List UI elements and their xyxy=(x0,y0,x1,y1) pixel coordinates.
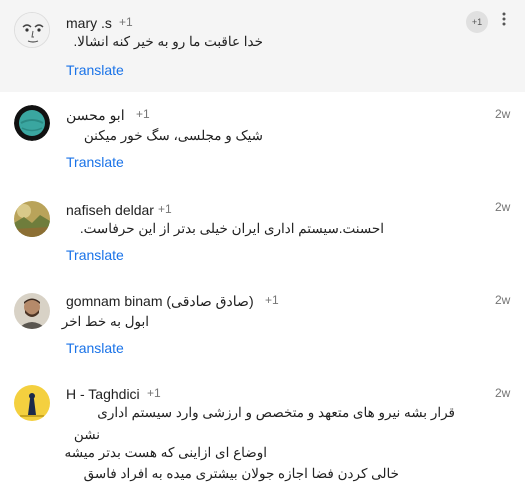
timestamp[interactable]: 2w xyxy=(495,107,510,121)
avatar[interactable] xyxy=(14,105,50,141)
plus-one-count[interactable]: +1 xyxy=(136,107,150,121)
comment-text-line: قرار بشه نیرو های متعهد و متخصص و ارزشی … xyxy=(97,405,455,420)
landscape-avatar-icon xyxy=(14,201,50,237)
translate-link[interactable]: Translate xyxy=(66,247,124,263)
timestamp[interactable]: 2w xyxy=(495,200,510,214)
comment-text-line: اوضاع ای ازاینی که هست بدتر میشه xyxy=(64,445,267,460)
comment-text: ابول به خط اخر xyxy=(61,314,149,329)
man-photo-avatar-icon xyxy=(14,293,50,329)
more-vert-icon[interactable] xyxy=(500,12,508,31)
yellow-figure-avatar-icon xyxy=(14,385,50,421)
plus-one-count[interactable]: +1 xyxy=(265,293,279,307)
avatar[interactable] xyxy=(14,201,50,237)
comment-item: gomnam binam (صادق صادقی) +1 2w ابول به … xyxy=(0,278,525,371)
plus-one-count[interactable]: +1 xyxy=(147,386,161,400)
translate-link[interactable]: Translate xyxy=(66,154,124,170)
avatar[interactable] xyxy=(14,12,50,48)
timestamp[interactable]: 2w xyxy=(495,293,510,307)
comment-author[interactable]: gomnam binam (صادق صادقی) xyxy=(66,293,254,310)
comment-item: H - Taghdici +1 2w قرار بشه نیرو های متع… xyxy=(0,371,525,489)
comment-author[interactable]: nafiseh deldar xyxy=(66,202,154,218)
comment-text-line: خالی کردن فضا اجازه جولان بیشتری میده به… xyxy=(83,466,399,481)
comment-author[interactable]: mary .s xyxy=(66,15,112,31)
comment-text: احسنت.سیستم اداری ایران خیلی بدتر از این… xyxy=(79,221,384,236)
comment-text: شیک و مجلسی، سگ خور میکنن xyxy=(83,128,263,143)
plus-one-count[interactable]: +1 xyxy=(158,202,172,216)
comment-text-line: نشن xyxy=(73,427,100,442)
comment-text: خدا عاقبت ما رو به خیر کنه انشالا. xyxy=(73,34,264,49)
avatar[interactable] xyxy=(14,293,50,329)
comment-item: nafiseh deldar +1 2w احسنت.سیستم اداری ا… xyxy=(0,185,525,278)
comment-item: mary .s +1 خدا عاقبت ما رو به خیر کنه ان… xyxy=(0,0,525,92)
comment-item: ابو محسن +1 2w شیک و مجلسی، سگ خور میکنن… xyxy=(0,92,525,185)
teal-globe-avatar-icon xyxy=(14,105,50,141)
translate-link[interactable]: Translate xyxy=(66,340,124,356)
translate-link[interactable]: Translate xyxy=(66,62,124,78)
comment-author[interactable]: H - Taghdici xyxy=(66,386,140,402)
timestamp[interactable]: 2w xyxy=(495,386,510,400)
plus-one-count[interactable]: +1 xyxy=(119,15,133,29)
avatar[interactable] xyxy=(14,385,50,421)
sketch-face-avatar-icon xyxy=(15,13,49,47)
comment-author[interactable]: ابو محسن xyxy=(66,107,125,124)
plus-one-button[interactable]: +1 xyxy=(466,11,488,33)
